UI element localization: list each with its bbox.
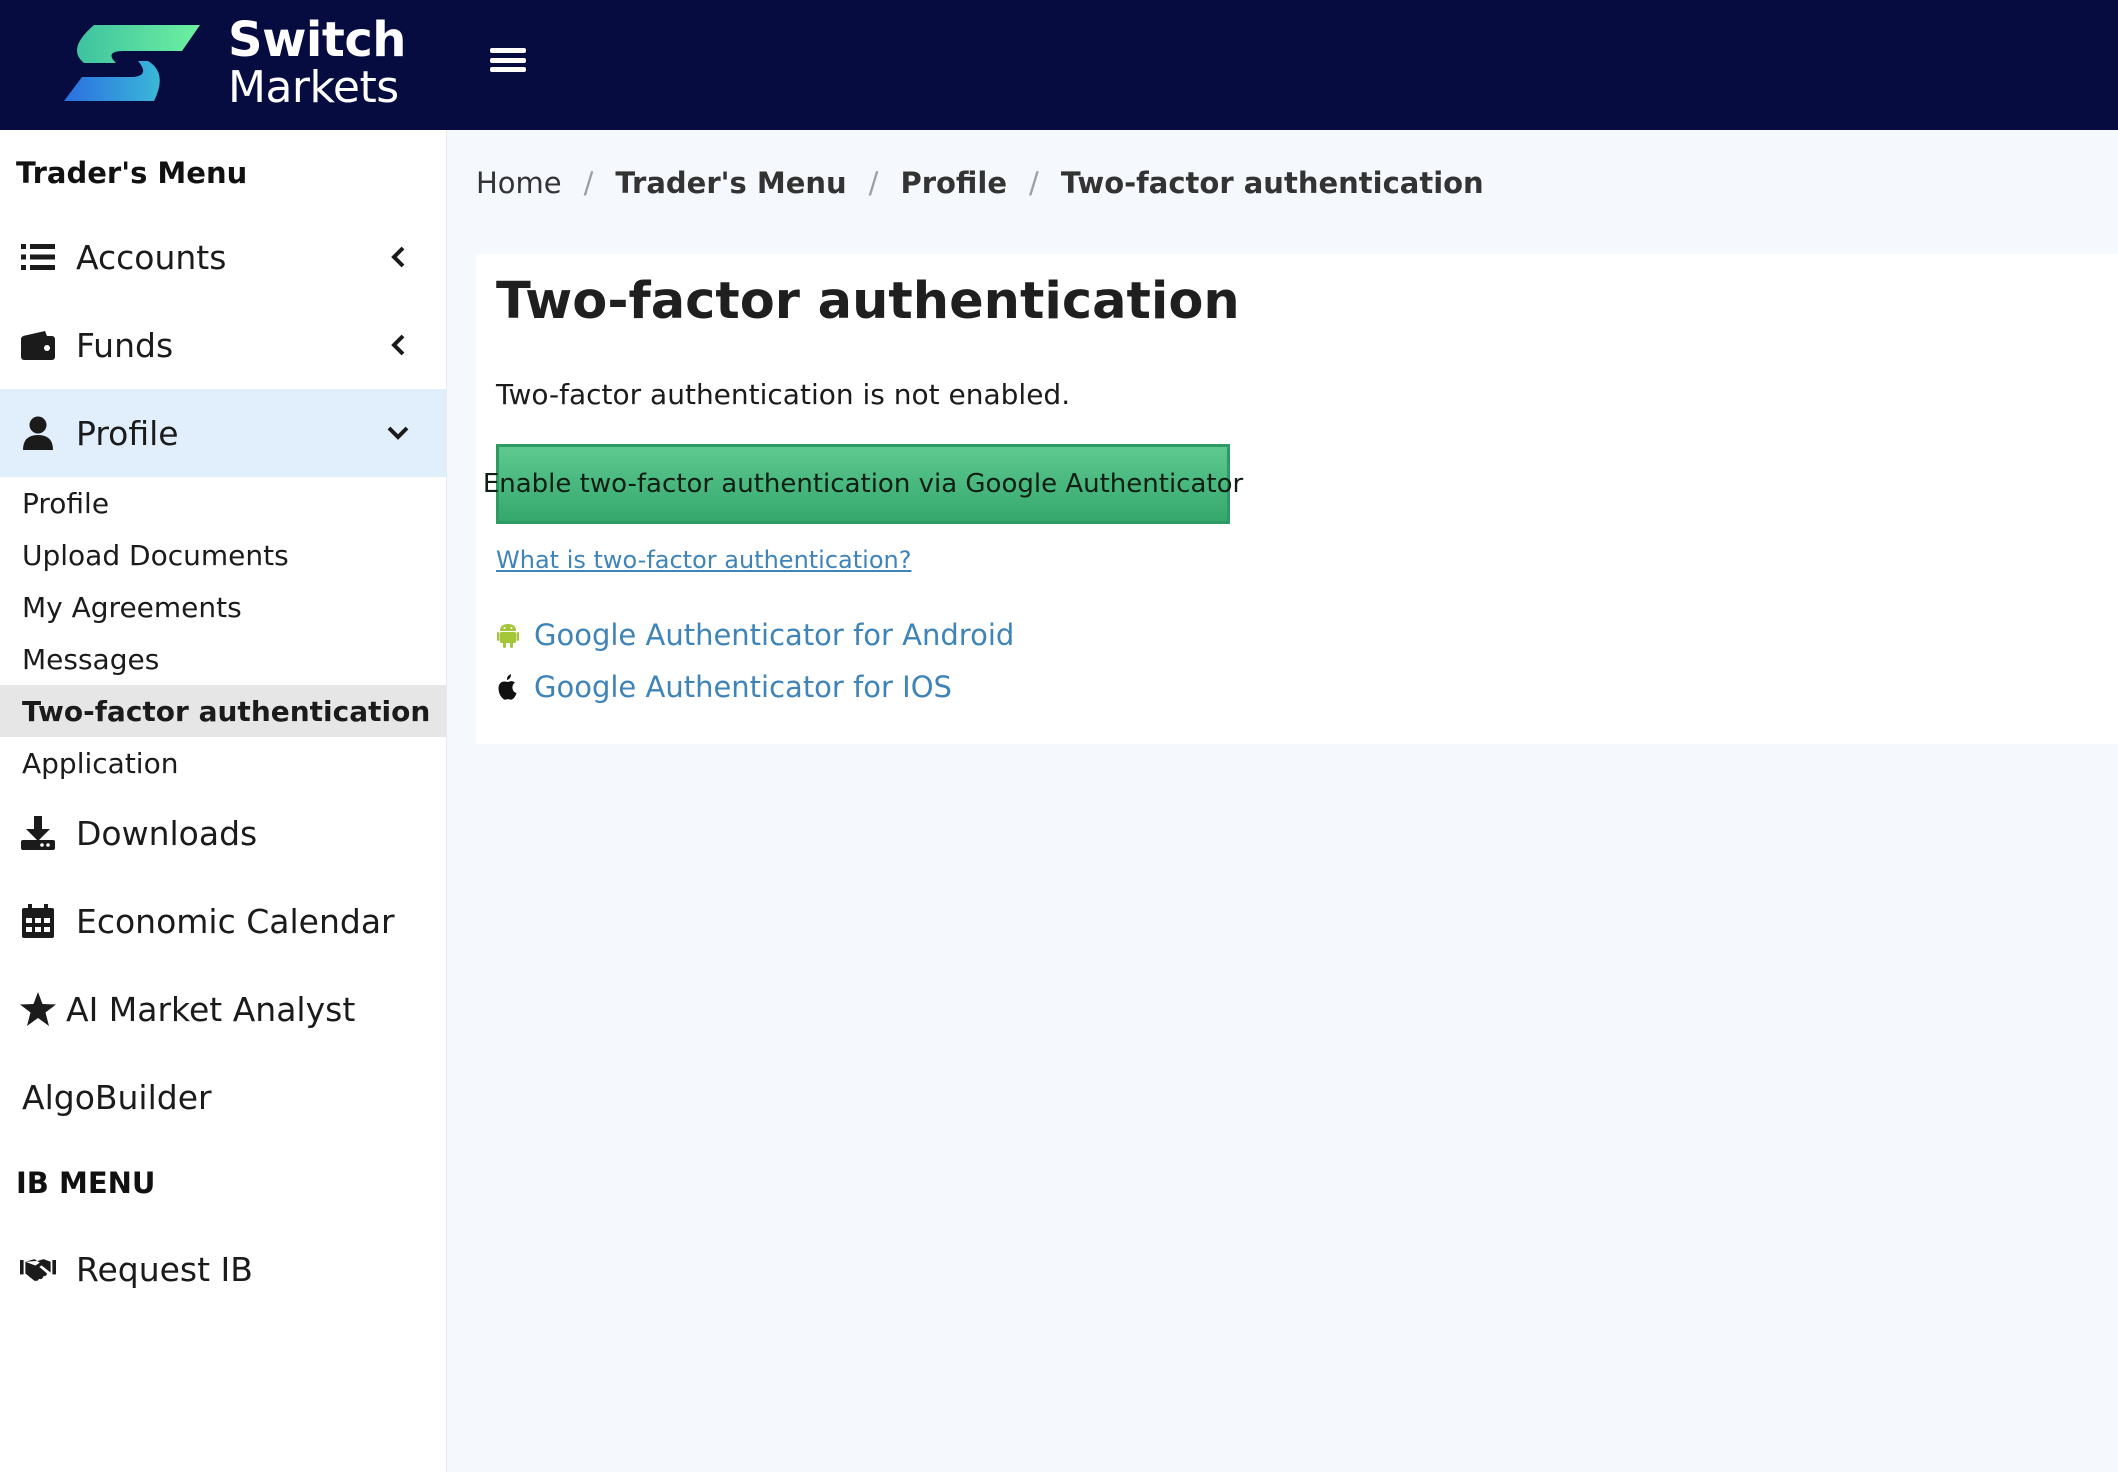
traders-menu-heading: Trader's Menu [16, 156, 248, 190]
enable-two-factor-button[interactable]: Enable two-factor authentication via Goo… [483, 444, 1243, 524]
sidebar-item-label: Profile [76, 413, 179, 453]
sidebar-item-label: Accounts [76, 237, 227, 277]
brand-name-line2: Markets [228, 62, 399, 113]
sidebar-item-funds[interactable]: Funds [0, 301, 446, 389]
android-icon [496, 622, 520, 648]
sidebar-item-label: Request IB [76, 1249, 253, 1289]
two-factor-card: Two-factor authentication Two-factor aut… [476, 254, 2118, 744]
sidebar-item-label: AI Market Analyst [66, 989, 356, 1029]
sidebar-item-request-ib[interactable]: Request IB [0, 1225, 446, 1313]
breadcrumb-home[interactable]: Home [476, 166, 562, 200]
brand-logo[interactable]: Switch Markets [64, 16, 406, 110]
apple-icon [496, 674, 520, 700]
calendar-icon [20, 903, 56, 939]
wallet-icon [20, 327, 56, 363]
breadcrumb-current: Two-factor authentication [1060, 166, 1484, 200]
sidebar-subitem-my-agreements[interactable]: My Agreements [0, 581, 446, 633]
sidebar-subitem-application[interactable]: Application [0, 737, 446, 789]
page-title: Two-factor authentication [496, 272, 1240, 331]
sidebar-subitem-two-factor-authentication[interactable]: Two-factor authentication [0, 685, 446, 737]
sidebar-item-accounts[interactable]: Accounts [0, 213, 446, 301]
sidebar-item-ai-market-analyst[interactable]: AI Market Analyst [0, 965, 446, 1053]
sidebar-subitem-messages[interactable]: Messages [0, 633, 446, 685]
breadcrumb-separator: / [1029, 166, 1039, 200]
sidebar-item-label: Economic Calendar [76, 901, 395, 941]
list-icon [20, 239, 56, 275]
sidebar-item-label: Funds [76, 325, 174, 365]
breadcrumb-separator: / [868, 166, 879, 200]
sidebar-item-downloads[interactable]: Downloads [0, 789, 446, 877]
status-text: Two-factor authentication is not enabled… [496, 378, 1071, 411]
chevron-left-icon [386, 245, 410, 269]
hamburger-menu-icon[interactable] [490, 44, 526, 76]
switch-logo-icon [64, 25, 200, 101]
sidebar-item-algobuilder[interactable]: AlgoBuilder [0, 1053, 446, 1141]
sidebar: Trader's Menu Accounts Funds Profile Pro… [0, 130, 447, 1472]
ib-menu-heading: IB MENU [16, 1166, 156, 1200]
sidebar-subitem-upload-documents[interactable]: Upload Documents [0, 529, 446, 581]
ios-link-label: Google Authenticator for IOS [534, 670, 952, 704]
ios-app-link[interactable]: Google Authenticator for IOS [496, 670, 952, 704]
chevron-left-icon [386, 333, 410, 357]
user-icon [20, 415, 56, 451]
sidebar-item-label: Downloads [76, 813, 258, 853]
breadcrumb-separator: / [583, 166, 594, 200]
breadcrumb-profile[interactable]: Profile [900, 166, 1007, 200]
breadcrumb-traders-menu[interactable]: Trader's Menu [615, 166, 846, 200]
top-bar: Switch Markets [0, 0, 2118, 130]
what-is-two-factor-link[interactable]: What is two-factor authentication? [496, 546, 911, 574]
sidebar-item-profile[interactable]: Profile [0, 389, 446, 477]
brand-name-line1: Switch [228, 12, 406, 68]
breadcrumb: Home / Trader's Menu / Profile / Two-fac… [476, 166, 1484, 200]
sidebar-item-label: AlgoBuilder [22, 1077, 212, 1117]
star-icon [20, 991, 56, 1027]
sidebar-item-economic-calendar[interactable]: Economic Calendar [0, 877, 446, 965]
android-link-label: Google Authenticator for Android [534, 618, 1015, 652]
download-icon [20, 815, 56, 851]
chevron-down-icon [386, 421, 410, 445]
handshake-icon [20, 1251, 56, 1287]
android-app-link[interactable]: Google Authenticator for Android [496, 618, 1014, 652]
sidebar-subitem-profile[interactable]: Profile [0, 477, 446, 529]
